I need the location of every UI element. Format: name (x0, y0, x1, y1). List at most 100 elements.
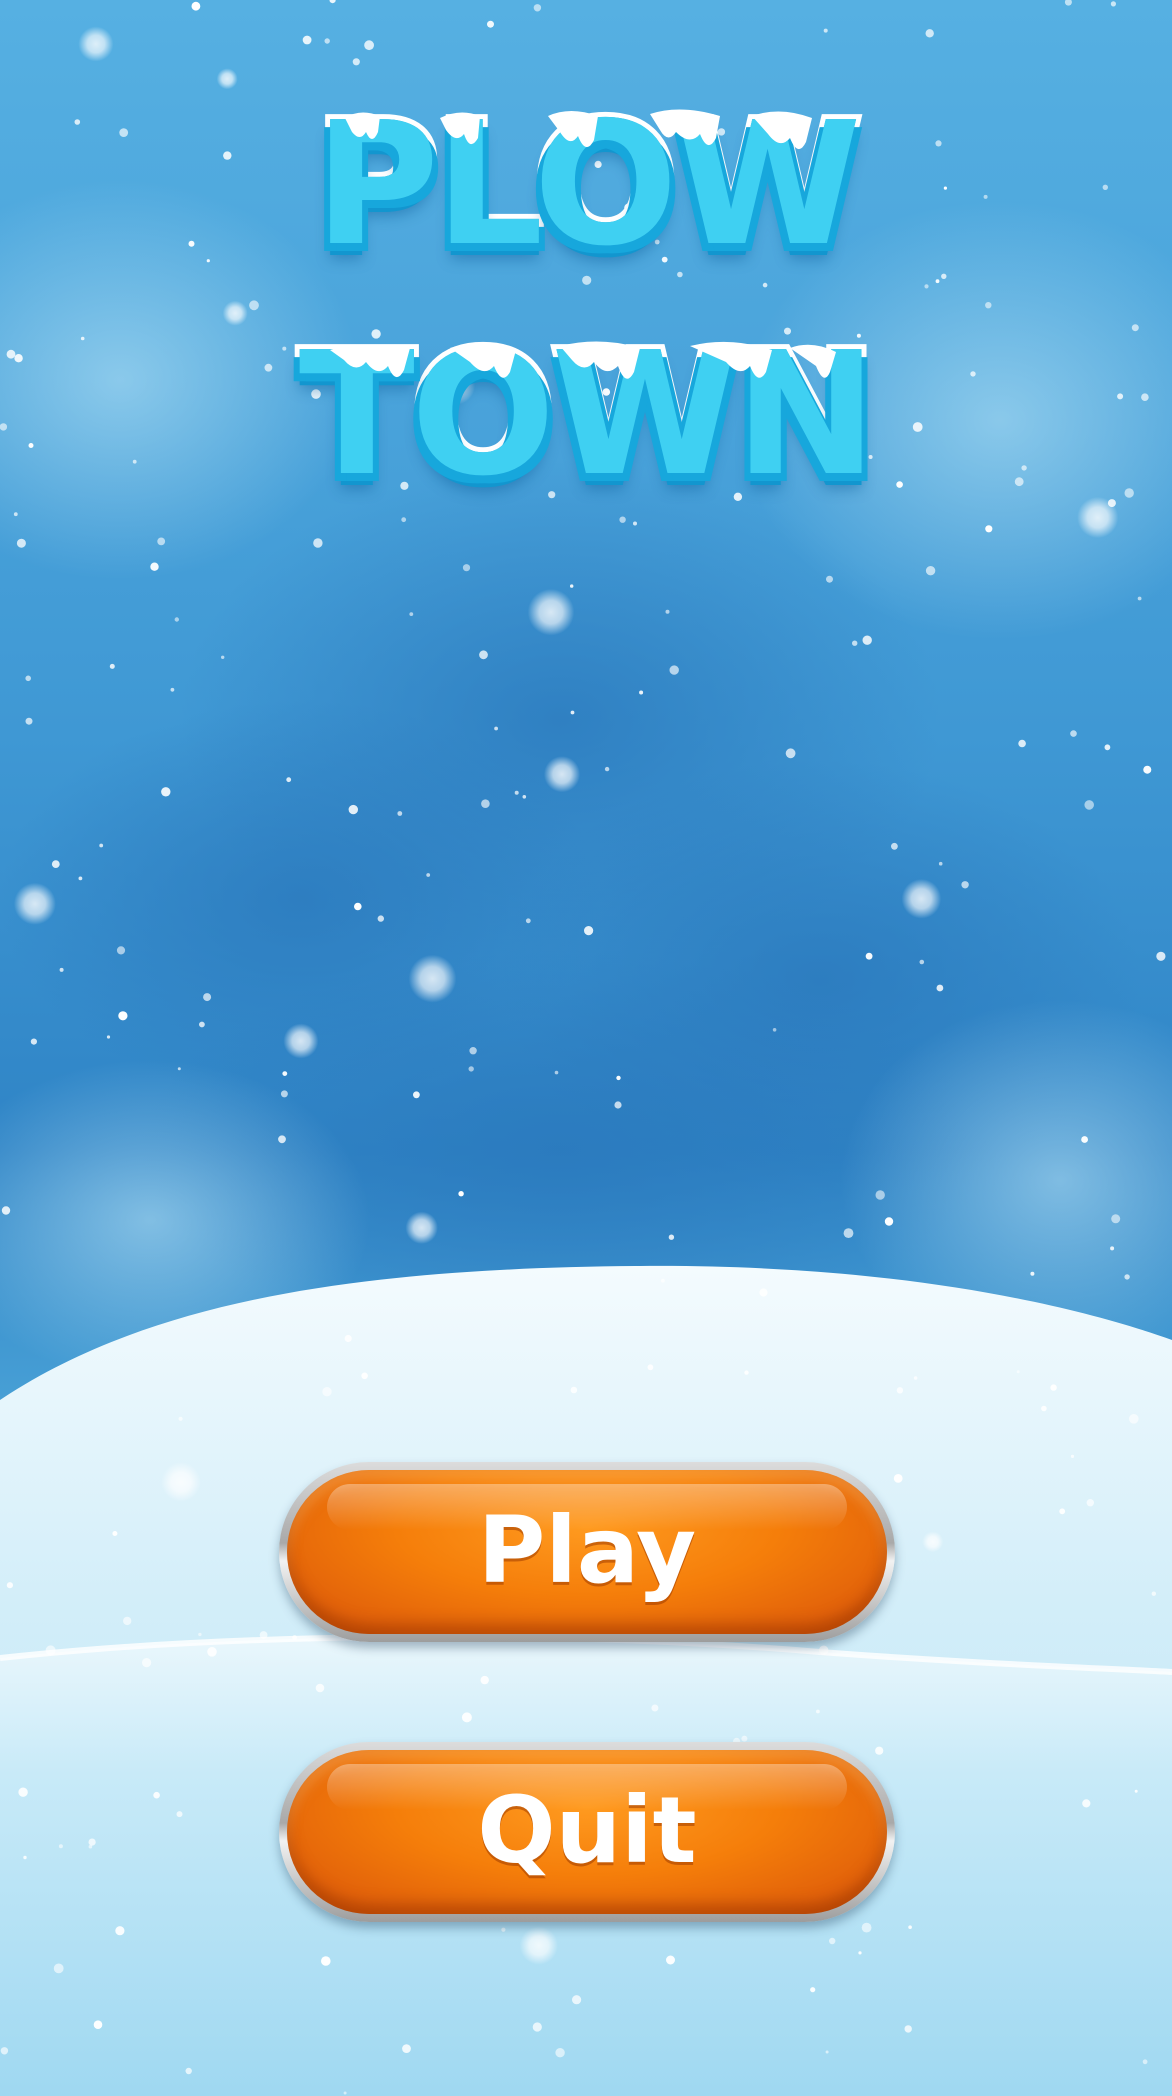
snowflake (176, 1811, 183, 1818)
snowflake (1014, 477, 1024, 487)
play-button[interactable]: Play (279, 1462, 895, 1642)
snowflake (823, 28, 828, 33)
snowflake (30, 1038, 37, 1045)
snowflake (584, 926, 594, 936)
snowflake (865, 952, 873, 960)
snowflake (616, 1075, 621, 1081)
snowflake (282, 346, 287, 351)
snowflake (494, 726, 498, 731)
snowflake (302, 35, 312, 45)
snowflake (744, 1370, 749, 1375)
snowflake (717, 128, 726, 136)
snowflake (207, 1647, 217, 1657)
snowflake (480, 1675, 489, 1685)
snowflake (810, 1987, 816, 1993)
snowflake (426, 873, 431, 877)
snowflake (925, 566, 936, 576)
snowflake (522, 795, 527, 799)
snowflake (161, 787, 171, 797)
snowflake (223, 151, 232, 160)
snowflake (904, 2025, 912, 2033)
snowflake (936, 984, 944, 992)
snowflake (45, 1645, 56, 1656)
snowflake (278, 1135, 286, 1144)
main-menu-screen: PLOW TOWN Play Quit (0, 0, 1172, 2096)
snowflake (469, 1047, 477, 1055)
snowflake (361, 1372, 368, 1380)
snowflake (829, 1937, 836, 1945)
quit-button[interactable]: Quit (279, 1742, 895, 1922)
snowflake (161, 1462, 201, 1502)
quit-button-label: Quit (477, 1776, 697, 1884)
snowflake (409, 612, 414, 616)
snowflake (397, 811, 403, 816)
snowflake (759, 1288, 768, 1297)
snowflake (109, 663, 115, 669)
snowflake (405, 1211, 438, 1245)
snowflake (364, 40, 374, 51)
snowflake (13, 512, 18, 517)
snowflake (826, 575, 833, 583)
snowflake (624, 203, 633, 212)
snowflake (132, 459, 137, 464)
snowflake (249, 300, 259, 311)
snowflake (843, 1228, 854, 1238)
snowflake (985, 525, 993, 533)
snowflake (177, 1067, 181, 1071)
snowflake (343, 2091, 347, 2095)
snowflake (661, 1278, 665, 1283)
snowflake (1050, 1384, 1057, 1391)
snowflake (340, 131, 348, 139)
snowflake (0, 2047, 9, 2055)
snowflake (570, 710, 575, 715)
snowflake (28, 443, 34, 448)
snowflake (825, 2050, 829, 2054)
snowflake (405, 162, 415, 172)
snowflake (282, 1071, 288, 1076)
snowflake (116, 946, 126, 955)
snowflake (514, 790, 519, 795)
snowflake (106, 1035, 111, 1039)
snowflake (1124, 1274, 1130, 1280)
snowflake (468, 1066, 474, 1072)
snowflake (88, 1844, 93, 1849)
snowflake (919, 959, 925, 965)
snowflake (13, 882, 56, 925)
snowflake (436, 366, 476, 405)
snowflake (1102, 184, 1109, 190)
snowflake (80, 336, 85, 341)
snowflake (461, 1712, 472, 1723)
snowflake (313, 538, 323, 548)
snowflake (198, 1632, 202, 1637)
snowflake (664, 176, 669, 181)
snowflake (639, 690, 644, 695)
snowflake (1104, 744, 1111, 751)
snowflake (1137, 596, 1142, 601)
snowflake (602, 388, 611, 396)
snowflake (199, 1021, 205, 1028)
snowflake (893, 1474, 903, 1483)
snowflake (203, 993, 212, 1002)
snowflake (1081, 1136, 1088, 1143)
snowflake (785, 120, 795, 130)
snowflake (1143, 765, 1152, 774)
snowflake (88, 1838, 96, 1846)
snowflake (861, 1922, 872, 1933)
snowflake (647, 1364, 654, 1371)
snowflake (1086, 1499, 1095, 1507)
snowflake (99, 843, 104, 848)
snowflake (1151, 1591, 1157, 1596)
snowflake (741, 1735, 748, 1742)
snowflake (570, 584, 574, 588)
snowflake (935, 140, 942, 147)
snowflake (913, 1376, 918, 1380)
snowflake (762, 282, 768, 288)
snowflake (785, 748, 796, 759)
snowflake (527, 588, 575, 636)
snowflake (1141, 393, 1149, 402)
snowflake (619, 516, 626, 523)
snowflake (633, 521, 637, 526)
snowflake (1059, 1508, 1066, 1515)
snowflake (471, 465, 478, 471)
snowflake (354, 902, 362, 911)
